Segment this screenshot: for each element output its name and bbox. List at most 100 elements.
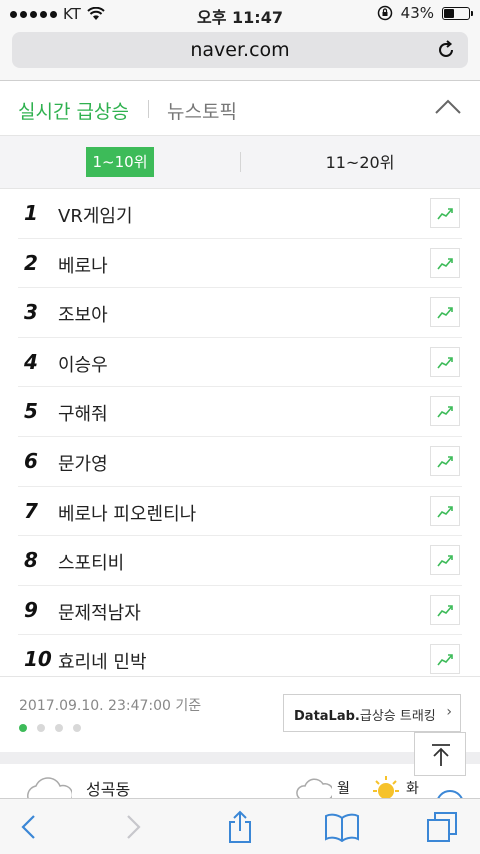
range-11-20-button[interactable]: 11~20위: [300, 149, 420, 173]
rank-number: 8: [24, 548, 38, 573]
update-timestamp: 2017.09.10. 23:47:00 기준: [19, 698, 202, 714]
rank-number: 2: [24, 250, 38, 275]
rank-number: 4: [24, 349, 38, 374]
carousel-pager: [19, 724, 81, 732]
trend-chart-icon: [437, 505, 453, 518]
weather-day-mon: 월: [337, 781, 350, 797]
trend-button[interactable]: [430, 545, 460, 576]
rank-number: 5: [24, 399, 38, 424]
ranking-footer: 2017.09.10. 23:47:00 기준 DataLab.급상승 트래킹 …: [0, 676, 480, 752]
trend-button[interactable]: [430, 346, 460, 377]
datalab-tracking-button[interactable]: DataLab.급상승 트래킹 ›: [283, 694, 461, 732]
bookmarks-button[interactable]: [322, 807, 362, 847]
trend-chart-icon: [437, 654, 453, 666]
tab-realtime-rising[interactable]: 실시간 급상승: [18, 97, 129, 124]
ranking-row[interactable]: 5 구해줘: [18, 387, 462, 437]
datalab-brand: DataLab.: [294, 709, 360, 724]
rank-number: 3: [24, 300, 38, 325]
battery-icon: [442, 6, 473, 20]
keyword-link[interactable]: 베로나 피오렌티나: [58, 500, 196, 526]
keyword-link[interactable]: 문가영: [58, 450, 108, 476]
trend-chart-icon: [437, 555, 453, 567]
trend-button[interactable]: [430, 297, 460, 328]
back-button[interactable]: [8, 807, 48, 847]
trend-chart-icon: [437, 257, 453, 270]
ranking-row[interactable]: 7 베로나 피오렌티나: [18, 487, 462, 537]
keyword-link[interactable]: 베로나: [58, 252, 108, 278]
pager-dot[interactable]: [19, 724, 27, 732]
trend-button[interactable]: [430, 396, 460, 427]
battery-percent: 43%: [400, 4, 434, 22]
ranking-row[interactable]: 8 스포티비: [18, 536, 462, 586]
keyword-link[interactable]: 문제적남자: [58, 599, 141, 625]
ranking-row[interactable]: 3 조보아: [18, 288, 462, 338]
chevron-right-icon: [127, 815, 141, 839]
tabs-icon: [427, 812, 457, 842]
share-icon: [229, 810, 251, 843]
ranking-row[interactable]: 9 문제적남자: [18, 586, 462, 636]
rank-number: 6: [24, 448, 38, 473]
keyword-link[interactable]: 이승우: [58, 351, 108, 377]
trend-button[interactable]: [430, 247, 460, 278]
status-bar: KT 오후 11:47 43%: [0, 0, 480, 28]
ranking-row[interactable]: 6 문가영: [18, 437, 462, 487]
pager-dot[interactable]: [73, 724, 81, 732]
trend-chart-icon: [437, 356, 453, 369]
keyword-link[interactable]: VR게임기: [58, 202, 133, 228]
keyword-link[interactable]: 조보아: [58, 301, 108, 327]
keyword-link[interactable]: 효리네 민박: [58, 648, 147, 674]
weather-widget: 성곡동 월 화: [0, 764, 480, 798]
address-bar[interactable]: naver.com: [12, 32, 468, 68]
ranking-row[interactable]: 1 VR게임기: [18, 189, 462, 239]
trend-button[interactable]: [430, 495, 460, 526]
trend-button[interactable]: [430, 445, 460, 476]
range-1-10-button[interactable]: 1~10위: [86, 147, 154, 177]
weather-detail-icon[interactable]: [436, 790, 464, 798]
trend-chart-icon: [437, 307, 453, 319]
browser-address-area: naver.com: [0, 28, 480, 81]
sun-icon: [373, 776, 399, 798]
section-tabs: 실시간 급상승 뉴스토픽: [0, 81, 480, 136]
ranking-list: 1 VR게임기 2 베로나 3 조보아 4 이승우 5 구해줘 6 문가영 7 …: [0, 189, 480, 684]
browser-toolbar: [0, 798, 480, 854]
scroll-top-button[interactable]: [414, 732, 466, 776]
tabs-button[interactable]: [422, 807, 462, 847]
forward-button[interactable]: [114, 807, 154, 847]
share-button[interactable]: [220, 807, 260, 847]
tab-news-topic[interactable]: 뉴스토픽: [167, 97, 237, 124]
trend-chart-icon: [437, 208, 453, 220]
status-right: 43%: [377, 4, 473, 22]
arrow-up-to-top-icon: [432, 744, 450, 766]
rank-number: 1: [24, 201, 38, 225]
trend-button[interactable]: [430, 644, 460, 675]
datalab-label: DataLab.급상승 트래킹: [294, 705, 436, 724]
rank-number: 10: [24, 647, 52, 672]
section-divider: [0, 752, 480, 764]
url-text[interactable]: naver.com: [12, 39, 468, 61]
weather-day-tue: 화: [406, 781, 419, 797]
reload-icon[interactable]: [434, 38, 458, 62]
cloud-icon: [27, 777, 72, 798]
rotation-lock-icon: [377, 5, 392, 21]
trend-button[interactable]: [430, 198, 460, 228]
trend-button[interactable]: [430, 594, 460, 625]
range-divider: [240, 152, 241, 172]
ranking-row[interactable]: 2 베로나: [18, 239, 462, 289]
ranking-row[interactable]: 4 이승우: [18, 338, 462, 388]
pager-dot[interactable]: [37, 724, 45, 732]
chevron-up-icon[interactable]: [434, 97, 462, 117]
keyword-link[interactable]: 스포티비: [58, 549, 124, 575]
trend-chart-icon: [437, 604, 453, 617]
chevron-left-icon: [21, 815, 35, 839]
rank-range-toggle: 1~10위 11~20위: [0, 136, 480, 189]
rank-number: 9: [24, 597, 38, 622]
weather-location[interactable]: 성곡동: [86, 776, 130, 798]
rank-number: 7: [24, 498, 38, 523]
book-icon: [325, 813, 359, 842]
trend-chart-icon: [437, 406, 453, 418]
tab-divider: [148, 100, 149, 118]
cloud-icon: [296, 778, 332, 798]
keyword-link[interactable]: 구해줘: [58, 400, 108, 426]
trend-chart-icon: [437, 456, 453, 468]
pager-dot[interactable]: [55, 724, 63, 732]
